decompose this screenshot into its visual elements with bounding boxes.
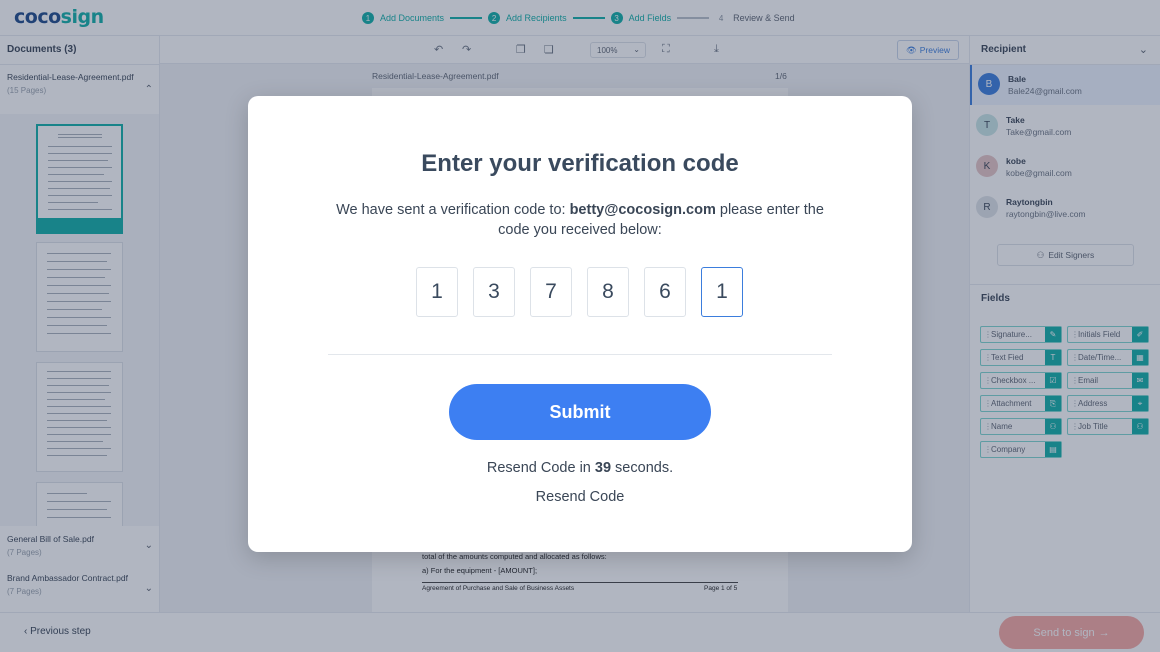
modal-description: We have sent a verification code to: bet… xyxy=(328,200,832,240)
resend-code-link[interactable]: Resend Code xyxy=(248,489,912,505)
code-digit-input[interactable]: 8 xyxy=(587,267,629,317)
description-prefix: We have sent a verification code to: xyxy=(336,202,570,218)
countdown-prefix: Resend Code in xyxy=(486,460,595,476)
divider xyxy=(328,354,832,355)
resend-countdown: Resend Code in 39 seconds. xyxy=(248,460,912,476)
code-digit-input[interactable]: 1 xyxy=(701,267,743,317)
code-digit-input[interactable]: 7 xyxy=(530,267,572,317)
modal-title: Enter your verification code xyxy=(421,150,739,177)
recipient-email: betty@cocosign.com xyxy=(569,202,716,218)
verification-modal: Enter your verification code We have sen… xyxy=(248,96,912,552)
code-digit-input[interactable]: 6 xyxy=(644,267,686,317)
countdown-suffix: seconds. xyxy=(611,460,674,476)
code-digit-input[interactable]: 3 xyxy=(473,267,515,317)
submit-button[interactable]: Submit xyxy=(449,384,711,440)
code-digit-input[interactable]: 1 xyxy=(416,267,458,317)
countdown-seconds: 39 xyxy=(594,460,612,476)
verification-code-inputs: 1 3 7 8 6 1 xyxy=(416,267,743,317)
